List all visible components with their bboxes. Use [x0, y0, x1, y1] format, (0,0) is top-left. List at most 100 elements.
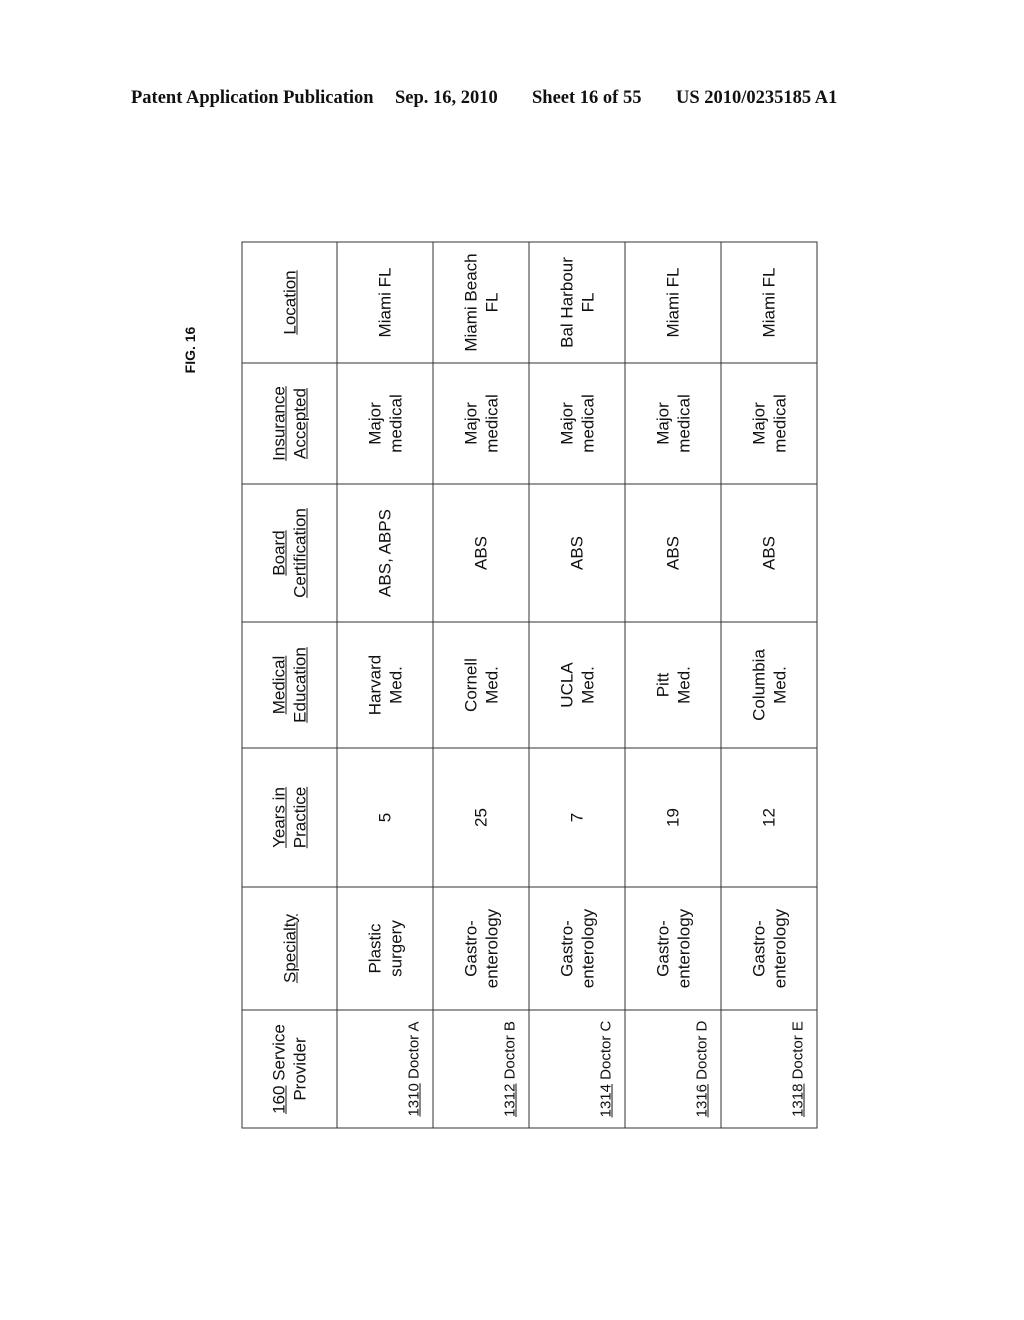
location-line-1: Miami FL: [375, 267, 394, 337]
board-label-1: Board: [269, 529, 288, 576]
cell-education: UCLA Med.: [528, 621, 625, 748]
header-board: Board Certification: [241, 483, 337, 622]
specialty-line-2: enterology: [673, 908, 693, 988]
provider-ref: 1310: [405, 1082, 422, 1117]
publication-title: Patent Application Publication: [131, 88, 374, 108]
specialty-line-1: Plastic: [364, 922, 384, 974]
education-line-2: Med.: [385, 665, 405, 704]
provider-ref: 1314: [597, 1083, 614, 1117]
cell-insurance: Major medical: [336, 362, 433, 484]
provider-ref: 1318: [789, 1083, 806, 1117]
cell-education: Cornell Med.: [432, 621, 529, 748]
cell-board: ABS: [624, 483, 721, 622]
years-value: 7: [567, 812, 586, 822]
cell-years: 19: [624, 747, 721, 887]
specialty-line-2: enterology: [481, 908, 501, 988]
insurance-line-1: Major: [556, 401, 576, 445]
years-label-1: Years in: [269, 786, 288, 848]
education-line-1: Cornell: [460, 657, 480, 712]
provider-name: Doctor E: [789, 1020, 806, 1084]
cell-provider: 1312 Doctor B: [432, 1009, 529, 1128]
cell-location: Miami FL: [720, 241, 817, 363]
cell-location: Miami FL: [336, 241, 433, 363]
header-years: Years in Practice: [241, 747, 337, 887]
provider-ref: 1312: [501, 1083, 518, 1117]
cell-board: ABS: [432, 483, 529, 622]
publication-date: Sep. 16, 2010: [395, 88, 498, 108]
location-line-1: Miami Beach: [460, 252, 480, 352]
board-value: ABS: [663, 535, 682, 570]
location-label: Location: [279, 269, 299, 335]
table-row: 1316 Doctor D Gastro-enterology 19 Pitt Med.…: [624, 241, 721, 1128]
cell-years: 25: [432, 747, 529, 887]
years-label-2: Practice: [290, 786, 309, 848]
education-line-2: Med.: [577, 665, 597, 704]
cell-specialty: Gastro-enterology: [624, 886, 721, 1010]
location-line-1: Miami FL: [759, 267, 778, 337]
header-service-provider: 160 Service Provider: [241, 1009, 337, 1128]
cell-specialty: Gastro-enterology: [432, 886, 529, 1010]
provider-table-container: 160 Service Provider Specialty Years in P…: [241, 241, 817, 1128]
provider-name: Doctor B: [501, 1020, 518, 1084]
years-value: 12: [759, 807, 778, 827]
education-line-2: Med.: [673, 665, 693, 704]
cell-location: Miami FL: [624, 241, 721, 363]
insurance-line-2: medical: [769, 393, 789, 453]
provider-name: Doctor A: [405, 1020, 422, 1083]
header-location: Location: [241, 241, 337, 363]
education-line-2: Med.: [481, 665, 501, 704]
cell-provider: 1316 Doctor D: [624, 1009, 721, 1128]
location-line-2: FL: [481, 292, 501, 312]
cell-specialty: Gastro-enterology: [528, 886, 625, 1010]
cell-provider: 1310 Doctor A: [336, 1009, 433, 1128]
board-value: ABS: [471, 535, 490, 570]
cell-education: Harvard Med.: [336, 621, 433, 748]
table-row: 1312 Doctor B Gastro-enterology 25 Cornell M…: [432, 241, 529, 1128]
cell-location: Miami Beach FL: [432, 241, 529, 363]
specialty-line-2: enterology: [769, 908, 789, 988]
education-line-1: Harvard: [364, 654, 384, 715]
insurance-line-1: Major: [748, 401, 768, 445]
education-line-2: Med.: [769, 665, 789, 704]
insurance-line-2: medical: [577, 393, 597, 453]
insurance-line-2: medical: [481, 393, 501, 453]
education-label-1: Medical: [269, 655, 288, 714]
specialty-label: Specialty: [279, 913, 299, 983]
insurance-label-1: Insurance: [269, 385, 288, 461]
board-label-2: Certification: [290, 507, 309, 598]
insurance-line-1: Major: [652, 401, 672, 445]
provider-label-2: Provider: [290, 1036, 309, 1101]
insurance-line-2: medical: [673, 393, 693, 453]
table-row: 1310 Doctor A Plastic surgery 5 Harvard Med. A…: [336, 241, 433, 1128]
provider-name: Doctor C: [597, 1020, 614, 1084]
cell-education: Pitt Med.: [624, 621, 721, 748]
sheet-number: Sheet 16 of 55: [532, 88, 642, 108]
years-value: 5: [375, 812, 394, 822]
page-header: Patent Application Publication Sep. 16, …: [131, 88, 891, 114]
cell-insurance: Major medical: [528, 362, 625, 484]
specialty-line-1: Gastro-: [652, 919, 672, 977]
board-value: ABS: [567, 535, 586, 570]
board-value: ABS, ABPS: [375, 508, 394, 597]
provider-ref-number: 160: [269, 1085, 288, 1114]
education-line-1: UCLA: [556, 661, 576, 708]
cell-board: ABS: [720, 483, 817, 622]
cell-insurance: Major medical: [624, 362, 721, 484]
education-line-1: Columbia: [748, 648, 768, 721]
header-education: Medical Education: [241, 621, 337, 748]
specialty-line-2: surgery: [385, 919, 405, 977]
header-insurance: Insurance Accepted: [241, 362, 337, 484]
cell-years: 7: [528, 747, 625, 887]
cell-board: ABS, ABPS: [336, 483, 433, 622]
figure-label: FIG. 16: [182, 326, 198, 374]
provider-ref: 1316: [693, 1083, 710, 1117]
provider-label: Service: [269, 1023, 288, 1086]
specialty-line-1: Gastro-: [556, 919, 576, 977]
cell-board: ABS: [528, 483, 625, 622]
cell-specialty: Gastro-enterology: [720, 886, 817, 1010]
board-value: ABS: [759, 535, 778, 570]
cell-education: Columbia Med.: [720, 621, 817, 748]
insurance-label-2: Accepted: [290, 387, 309, 459]
insurance-line-2: medical: [385, 393, 405, 453]
location-line-1: Bal Harbour: [556, 256, 576, 348]
